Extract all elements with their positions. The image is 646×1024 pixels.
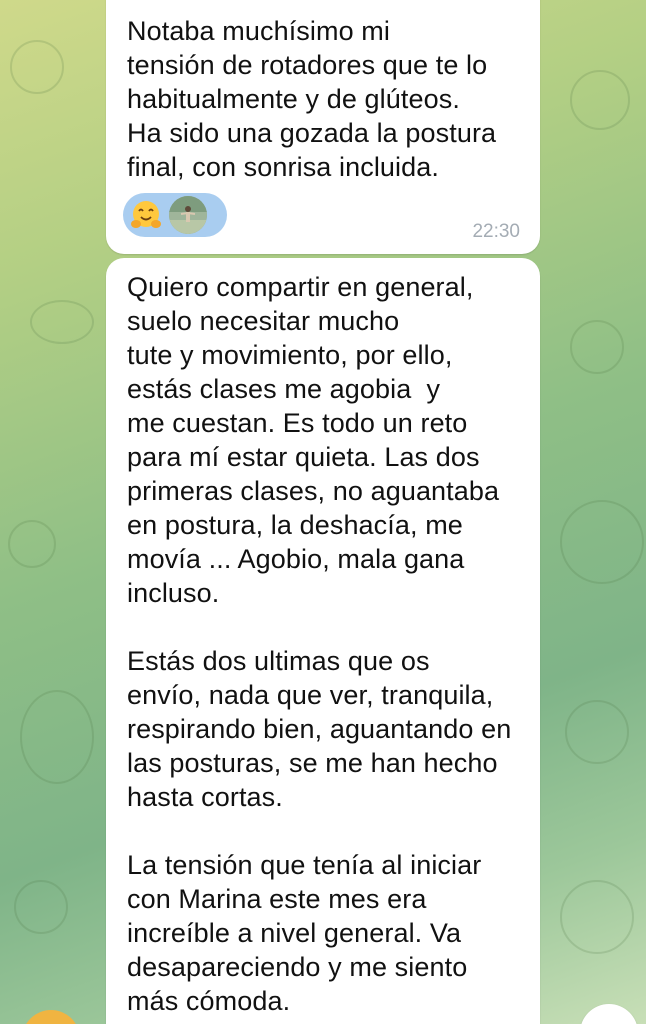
doodle-pattern [10, 40, 64, 94]
message-bubble[interactable]: Quiero compartir en general, suelo neces… [106, 258, 540, 1024]
doodle-pattern [570, 320, 624, 374]
doodle-pattern [565, 700, 629, 764]
hugging-face-icon [127, 196, 165, 234]
message-timestamp: 22:30 [472, 221, 520, 242]
doodle-pattern [570, 70, 630, 130]
doodle-pattern [20, 690, 94, 784]
reactor-avatar [169, 196, 207, 234]
doodle-pattern [560, 500, 644, 584]
message-reactions[interactable] [123, 193, 227, 237]
message-text: Quiero compartir en general, suelo neces… [127, 272, 512, 1016]
message-text: Notaba muchísimo mi tensión de rotadores… [127, 16, 497, 182]
message-bubble[interactable]: Notaba muchísimo mi tensión de rotadores… [106, 0, 540, 254]
doodle-pattern [560, 880, 634, 954]
doodle-pattern [30, 300, 94, 344]
doodle-pattern [8, 520, 56, 568]
doodle-pattern [14, 880, 68, 934]
